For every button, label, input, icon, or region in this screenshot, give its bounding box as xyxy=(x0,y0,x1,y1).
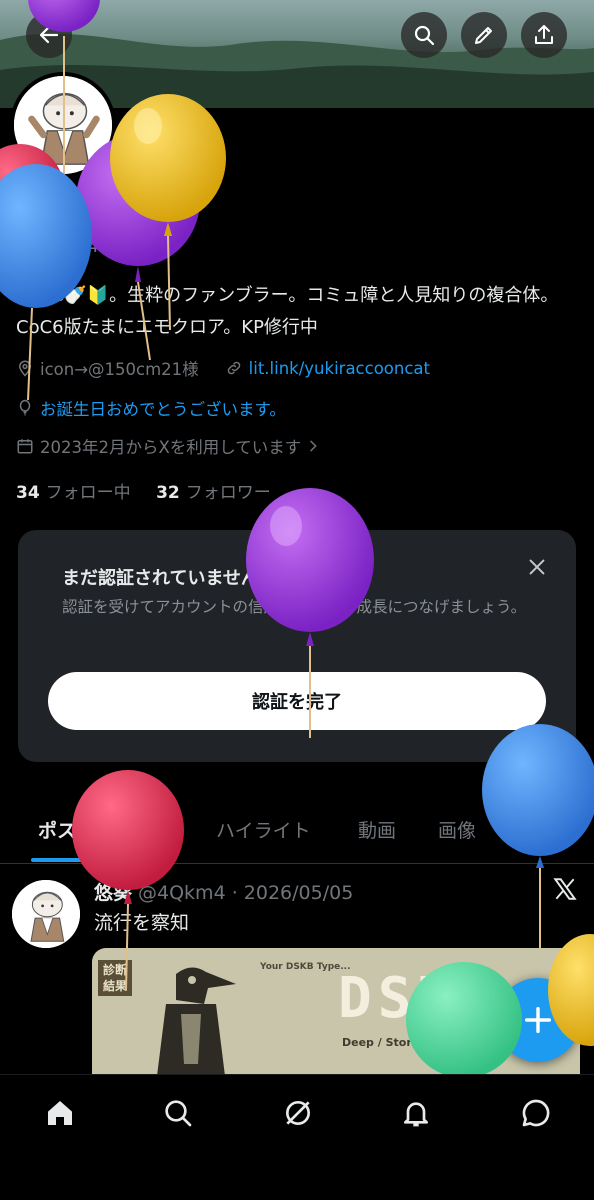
follow-stats: 34 フォロー中 32 フォロワー xyxy=(16,478,271,503)
search-icon xyxy=(414,25,435,46)
search-button[interactable] xyxy=(401,12,447,58)
profile-bio: TRPG🍼🔰。生粋のファンブラー。コミュ障と人見知りの複合体。CoC6版たまにエ… xyxy=(16,285,559,338)
verification-card-text: 認証を受けてアカウントの信用度を高め、成長につなげましょう。 xyxy=(62,598,527,616)
verify-complete-button[interactable]: 認証を完了 xyxy=(48,672,546,730)
back-button[interactable] xyxy=(26,12,72,58)
profile-tabs: ポスト 返信 ハイライト 動画 画像 記事 xyxy=(0,800,594,864)
profile-joined: 2023年2月からXを利用しています xyxy=(40,438,302,457)
tab-videos[interactable]: 動画 xyxy=(358,816,396,843)
location-icon xyxy=(18,360,32,377)
tab-articles[interactable]: 記事 xyxy=(516,816,554,843)
post-avatar-illustration xyxy=(12,880,80,948)
compose-button[interactable] xyxy=(496,978,580,1062)
followers-link[interactable]: 32 フォロワー xyxy=(156,483,271,503)
pencil-icon xyxy=(475,27,492,44)
post-meta: @4Qkm4 · 2026/05/05 xyxy=(138,882,354,904)
followers-label: フォロワー xyxy=(185,483,271,503)
profile-location: icon→@150cm21様 xyxy=(40,360,199,379)
arrow-left-icon xyxy=(39,26,59,44)
edit-button[interactable] xyxy=(461,12,507,58)
media-subtitle: Your DSKB Type... xyxy=(260,962,351,972)
nav-search[interactable] xyxy=(158,1093,198,1133)
share-icon xyxy=(535,25,553,44)
link-icon xyxy=(227,361,240,375)
following-count: 34 xyxy=(16,483,40,503)
verification-card-title: まだ認証されていません xyxy=(62,568,259,589)
profile-website-link[interactable]: lit.link/yukiraccooncat xyxy=(249,359,430,378)
followers-count: 32 xyxy=(156,483,180,503)
profile-birthday: お誕生日おめでとうございます。 xyxy=(40,400,286,419)
profile-meta-joined[interactable]: 2023年2月からXを利用しています xyxy=(16,434,327,458)
following-label: フォロー中 xyxy=(45,483,131,503)
messages-icon xyxy=(522,1099,550,1127)
post-avatar[interactable] xyxy=(12,880,80,948)
grok-icon xyxy=(286,1101,310,1125)
nav-messages[interactable] xyxy=(516,1093,556,1133)
nav-grok[interactable] xyxy=(278,1093,318,1133)
home-icon xyxy=(48,1101,72,1125)
nav-home[interactable] xyxy=(40,1093,80,1133)
profile-meta-birthday: お誕生日おめでとうございます。 xyxy=(16,396,286,420)
tab-images[interactable]: 画像 xyxy=(438,816,476,843)
post-author-name[interactable]: 悠葵 xyxy=(94,882,132,904)
profile-meta-location: icon→@150cm21様 lit.link/yukiraccooncat xyxy=(16,356,430,380)
plus-icon xyxy=(524,1006,552,1034)
tab-replies[interactable]: 返信 xyxy=(138,816,176,843)
post-header: 悠葵 @4Qkm4 · 2026/05/05 xyxy=(94,878,353,905)
chevron-right-icon xyxy=(310,440,318,452)
balloon-icon xyxy=(19,399,31,416)
share-button[interactable] xyxy=(521,12,567,58)
tab-highlights[interactable]: ハイライト xyxy=(216,816,311,843)
calendar-icon xyxy=(17,439,33,454)
nav-notifications[interactable] xyxy=(396,1093,436,1133)
search-icon xyxy=(165,1100,192,1127)
plague-doctor-figure xyxy=(156,967,236,1078)
active-tab-indicator xyxy=(31,858,107,862)
tab-posts[interactable]: ポスト xyxy=(38,816,95,843)
media-label: 診断結果 xyxy=(98,960,132,996)
bell-icon xyxy=(404,1102,428,1127)
verification-card: まだ認証されていません 認証を受けてアカウントの信用度を高め、成長につなげましょ… xyxy=(18,530,576,762)
post-text: 流行を察知 xyxy=(94,912,190,934)
profile-name: 悠葵 xyxy=(16,203,62,229)
profile-avatar[interactable] xyxy=(10,72,116,178)
verification-close-button[interactable] xyxy=(522,552,552,582)
following-link[interactable]: 34 フォロー中 xyxy=(16,483,131,503)
close-icon xyxy=(529,559,545,575)
media-caption: Deep / Story / Kansho / xyxy=(342,1036,485,1049)
x-logo-icon xyxy=(553,878,577,900)
avatar-illustration xyxy=(14,76,112,174)
bottom-navigation xyxy=(0,1074,594,1200)
profile-handle: @4Qkm4 xyxy=(16,236,100,257)
media-title: DSKB xyxy=(338,966,497,1031)
